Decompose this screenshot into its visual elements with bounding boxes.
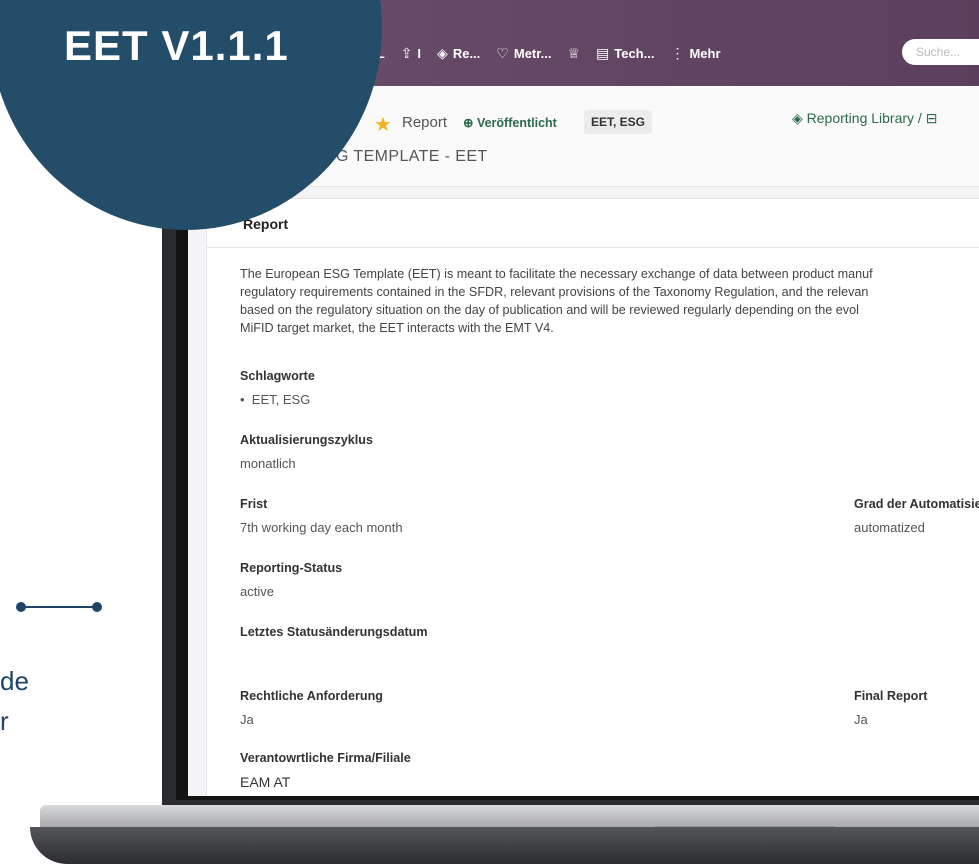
laptop-base-bottom (30, 827, 979, 864)
nav-item-metrics[interactable]: ♡ Metr... (496, 45, 551, 62)
more-vertical-icon: ⋮ (670, 44, 685, 61)
rechtliche-value: Ja (240, 712, 254, 727)
upload-icon: ⇪ (400, 44, 413, 61)
reporting-library-link[interactable]: ◈ Reporting Library / ⊟ (792, 110, 937, 127)
version-label: EET V1.1.1 (64, 22, 289, 69)
zyklus-value: monatlich (240, 456, 296, 471)
report-card: Report The European ESG Template (EET) i… (206, 198, 979, 796)
connector-dot (16, 602, 26, 612)
firma-value: EAM AT (240, 774, 291, 790)
globe-icon: ⊕ (463, 116, 477, 130)
rechtliche-label: Rechtliche Anforderung (240, 689, 383, 703)
frist-value: 7th working day each month (240, 520, 403, 535)
schlagworte-label: Schlagworte (240, 369, 315, 383)
frist-label: Frist (240, 497, 268, 511)
search-input[interactable]: Suche... (902, 39, 979, 65)
nav-item-trophy[interactable]: ♕ (567, 45, 580, 62)
breadcrumb-report[interactable]: Report (402, 114, 447, 131)
final-report-label: Final Report (854, 689, 928, 703)
archive-icon: ⊟ (921, 110, 938, 126)
published-status: ⊕ Veröffentlicht (463, 115, 557, 130)
description-line: The European ESG Template (EET) is meant… (240, 267, 873, 281)
side-caption-line: de (0, 666, 29, 696)
bullet-icon: • (240, 392, 252, 407)
nav-item-label: Re... (452, 45, 481, 61)
nav-item-label: Metr... (513, 45, 552, 61)
nav-item-upload-i[interactable]: ⇪ I (401, 45, 421, 62)
reporting-library-label: Reporting Library / (806, 110, 922, 126)
report-description: The European ESG Template (EET) is meant… (240, 265, 979, 337)
reporting-status-value: active (240, 584, 274, 599)
page-title: G TEMPLATE - EET (336, 148, 488, 165)
card-header: Report (207, 199, 979, 248)
grad-value: automatized (854, 520, 925, 535)
firma-label: Verantowrtliche Firma/Filiale (240, 751, 411, 765)
connector-line (20, 606, 96, 608)
tag-badge: EET, ESG (584, 110, 653, 134)
description-line: based on the regulatory situation on the… (240, 303, 859, 317)
gem-icon: ◈ (437, 44, 448, 61)
nav-item-more[interactable]: ⋮ Mehr (670, 45, 720, 62)
schlagworte-value: • EET, ESG (240, 392, 310, 407)
laptop-base-top (40, 805, 979, 827)
final-report-value: Ja (854, 712, 868, 727)
nav-more-label: Mehr (689, 45, 721, 61)
nav-item-label: Tech... (614, 45, 655, 61)
heartbeat-icon: ♡ (496, 44, 509, 61)
zyklus-label: Aktualisierungszyklus (240, 433, 373, 447)
side-caption-line: r (0, 706, 9, 736)
letztes-status-label: Letztes Statusänderungsdatum (240, 625, 428, 639)
description-line: regulatory requirements contained in the… (240, 285, 869, 299)
promo-stage: ⇪ L ⇪ I ◈ Re... ♡ Metr... ♕ (0, 0, 979, 864)
description-line: MiFID target market, the EET interacts w… (240, 321, 554, 335)
connector-dot (92, 602, 102, 612)
nav-item-label: I (417, 45, 422, 61)
database-icon: ▤ (596, 44, 610, 61)
laptop-base (0, 805, 979, 864)
reporting-status-label: Reporting-Status (240, 561, 343, 575)
gem-icon: ◈ (792, 110, 807, 126)
grad-label: Grad der Automatisier (854, 497, 979, 511)
nav-item-reports[interactable]: ◈ Re... (437, 45, 480, 62)
trophy-icon: ♕ (567, 44, 580, 61)
published-status-label: Veröffentlicht (476, 116, 557, 130)
schlagworte-text: EET, ESG (251, 392, 311, 407)
nav-item-tech[interactable]: ▤ Tech... (596, 45, 654, 62)
favorite-star-icon[interactable]: ★ (374, 112, 392, 137)
